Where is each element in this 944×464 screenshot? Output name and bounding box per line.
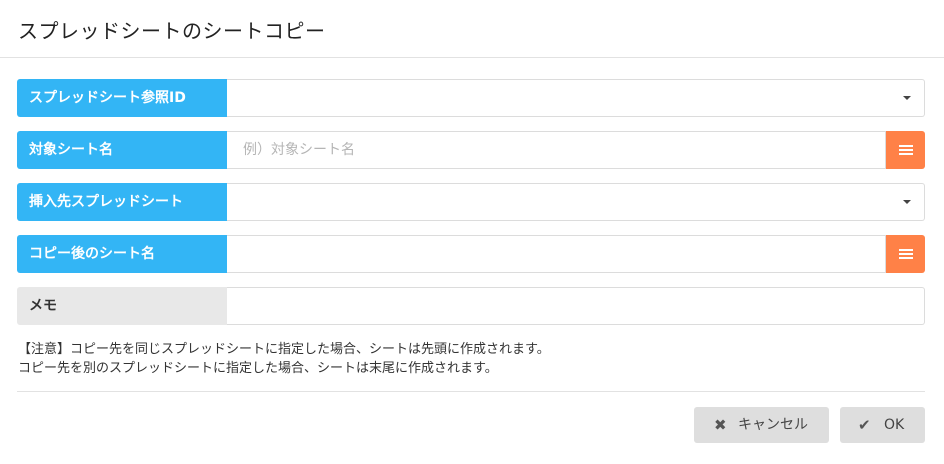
check-icon: ✔	[858, 416, 871, 434]
insert-spreadsheet-label: 挿入先スプレッドシート	[17, 183, 227, 221]
caution-note-line-2: コピー先を別のスプレッドシートに指定した場合、シートは末尾に作成されます。	[18, 361, 498, 376]
copied-sheet-name-list-button[interactable]	[886, 235, 925, 273]
list-icon	[899, 249, 913, 251]
insert-spreadsheet-row: 挿入先スプレッドシート	[17, 183, 925, 221]
chevron-down-icon[interactable]	[903, 96, 911, 100]
cancel-button[interactable]: ✖ キャンセル	[694, 407, 829, 443]
copied-sheet-name-input[interactable]	[243, 236, 863, 272]
dialog-header: スプレッドシートのシートコピー	[0, 0, 944, 58]
target-sheet-label: 対象シート名	[17, 131, 227, 169]
ok-button-label: OK	[884, 417, 905, 433]
copied-sheet-name-label: コピー後のシート名	[17, 235, 227, 273]
ok-button[interactable]: ✔ OK	[840, 407, 925, 443]
copied-sheet-name-field	[227, 235, 886, 273]
spreadsheet-id-select[interactable]	[227, 79, 925, 117]
list-icon-line	[899, 253, 913, 255]
copied-sheet-name-row: コピー後のシート名	[17, 235, 925, 273]
footer-divider	[17, 391, 925, 392]
sheet-copy-dialog: スプレッドシートのシートコピー スプレッドシート参照ID 対象シート名 挿入先ス…	[0, 0, 944, 464]
caution-note-line-1: 【注意】コピー先を同じスプレッドシートに指定した場合、シートは先頭に作成されます…	[18, 342, 550, 357]
memo-field	[227, 287, 925, 325]
memo-label: メモ	[17, 287, 227, 325]
list-icon-line	[899, 149, 913, 151]
insert-spreadsheet-value[interactable]	[243, 184, 863, 220]
insert-spreadsheet-select[interactable]	[227, 183, 925, 221]
target-sheet-field	[227, 131, 886, 169]
spreadsheet-id-label: スプレッドシート参照ID	[17, 79, 227, 117]
dialog-title: スプレッドシートのシートコピー	[18, 19, 326, 43]
list-icon-line	[899, 153, 913, 155]
caution-note: 【注意】コピー先を同じスプレッドシートに指定した場合、シートは先頭に作成されます…	[18, 340, 550, 378]
spreadsheet-id-value[interactable]	[243, 80, 863, 116]
memo-input[interactable]	[243, 288, 863, 324]
target-sheet-row: 対象シート名	[17, 131, 925, 169]
memo-row: メモ	[17, 287, 925, 325]
chevron-down-icon[interactable]	[903, 200, 911, 204]
close-icon: ✖	[714, 416, 727, 434]
cancel-button-label: キャンセル	[738, 417, 808, 433]
list-icon-line	[899, 257, 913, 259]
target-sheet-input[interactable]	[243, 132, 863, 168]
target-sheet-list-button[interactable]	[886, 131, 925, 169]
spreadsheet-id-row: スプレッドシート参照ID	[17, 79, 925, 117]
list-icon	[899, 145, 913, 147]
